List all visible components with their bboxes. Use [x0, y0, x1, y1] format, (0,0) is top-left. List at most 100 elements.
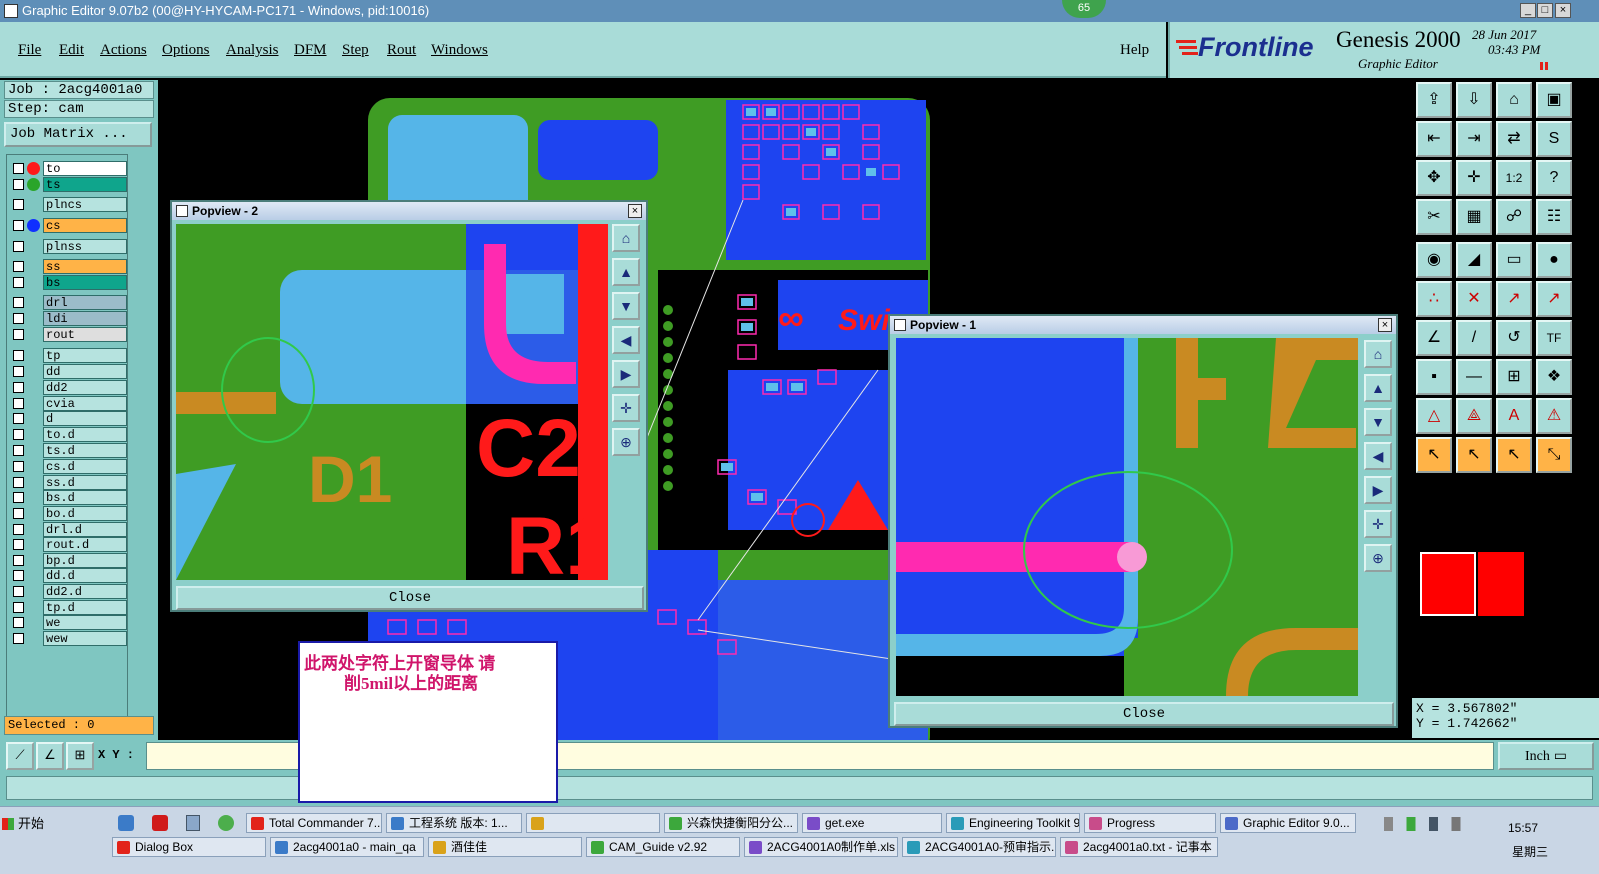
- menu-analysis[interactable]: Analysis: [226, 42, 279, 59]
- layer-checkbox[interactable]: [13, 617, 24, 628]
- layer-row-ss-d[interactable]: ss.d: [9, 475, 127, 490]
- scale-icon[interactable]: 1:2: [1496, 160, 1532, 196]
- layer-checkbox[interactable]: [13, 524, 24, 535]
- layer-row-to-d[interactable]: to.d: [9, 427, 127, 442]
- zoom-in-icon[interactable]: ✛: [1364, 510, 1392, 538]
- measure-tool-icon[interactable]: ∠: [36, 742, 64, 770]
- layer-checkbox[interactable]: [13, 277, 24, 288]
- zoom-home-icon[interactable]: ⌂: [1364, 340, 1392, 368]
- circle-icon[interactable]: ●: [1536, 242, 1572, 278]
- layer-checkbox[interactable]: [13, 163, 24, 174]
- layer-row-bs[interactable]: bs: [9, 275, 127, 290]
- zoom-fit-icon[interactable]: ✥: [1416, 160, 1452, 196]
- browser-icon[interactable]: [218, 815, 234, 831]
- pan-down-icon[interactable]: ▼: [1364, 408, 1392, 436]
- layer-checkbox[interactable]: [13, 429, 24, 440]
- layer-checkbox[interactable]: [13, 508, 24, 519]
- taskbar-button-7[interactable]: 2acg4001a0.txt - 记事本: [1060, 837, 1218, 857]
- swap-icon[interactable]: S: [1536, 121, 1572, 157]
- taskbar-button-5[interactable]: get.exe: [802, 813, 942, 833]
- pan-right-icon[interactable]: ▶: [1364, 476, 1392, 504]
- slash-icon[interactable]: /: [1456, 320, 1492, 356]
- pointer-red-icon[interactable]: ↖: [1456, 437, 1492, 473]
- layer-checkbox[interactable]: [13, 313, 24, 324]
- fit-icon[interactable]: ▣: [1536, 82, 1572, 118]
- units-select[interactable]: Inch ▭: [1498, 742, 1594, 770]
- layer-row-dd2-d[interactable]: dd2.d: [9, 584, 127, 599]
- layer-row-plncs[interactable]: plncs: [9, 197, 127, 212]
- layer-checkbox[interactable]: [13, 382, 24, 393]
- layer-checkbox[interactable]: [13, 570, 24, 581]
- grid-tool-icon[interactable]: ⊞: [66, 742, 94, 770]
- layer-row-ts-d[interactable]: ts.d: [9, 443, 127, 458]
- grid-view-icon[interactable]: ▦: [1456, 199, 1492, 235]
- snap-tool-icon[interactable]: ⟋: [6, 742, 34, 770]
- tf-icon[interactable]: TF: [1536, 320, 1572, 356]
- layer-checkbox[interactable]: [13, 492, 24, 503]
- tri-blue-icon[interactable]: A: [1496, 398, 1532, 434]
- layer-checkbox[interactable]: [13, 633, 24, 644]
- popview-2-view[interactable]: D1 C2 R1: [176, 224, 608, 580]
- layer-checkbox[interactable]: [13, 329, 24, 340]
- layer-row-plnss[interactable]: plnss: [9, 239, 127, 254]
- layer-icon[interactable]: ☷: [1536, 199, 1572, 235]
- query-icon[interactable]: ?: [1536, 160, 1572, 196]
- layer-row-dd2[interactable]: dd2: [9, 380, 127, 395]
- zoom-home-icon[interactable]: ⌂: [612, 224, 640, 252]
- pan-up-icon[interactable]: ▲: [612, 258, 640, 286]
- layer-row-tp-d[interactable]: tp.d: [9, 600, 127, 615]
- taskbar-button-4[interactable]: 兴森快捷衡阳分公...: [664, 813, 798, 833]
- layer-checkbox[interactable]: [13, 261, 24, 272]
- layer-checkbox[interactable]: [13, 350, 24, 361]
- menu-dfm[interactable]: DFM: [294, 42, 327, 59]
- job-matrix-button[interactable]: Job Matrix ...: [4, 122, 152, 147]
- layer-row-d[interactable]: d: [9, 411, 127, 426]
- pointer-orange-icon[interactable]: ↖: [1496, 437, 1532, 473]
- taskbar-button-4[interactable]: CAM_Guide v2.92: [586, 837, 740, 857]
- menu-actions[interactable]: Actions: [100, 42, 147, 59]
- layer-row-tp[interactable]: tp: [9, 348, 127, 363]
- taskbar-button-8[interactable]: Graphic Editor 9.0...: [1220, 813, 1356, 833]
- pointer-move-icon[interactable]: ⤡: [1536, 437, 1572, 473]
- clipboard-icon[interactable]: ✂: [1416, 199, 1452, 235]
- zoom-out-icon[interactable]: ⊕: [612, 428, 640, 456]
- start-button[interactable]: 开始: [2, 813, 50, 835]
- popview-2-close-icon[interactable]: ×: [628, 204, 642, 218]
- tri-red-icon[interactable]: ⟁: [1456, 398, 1492, 434]
- pad-icon[interactable]: ▪: [1416, 359, 1452, 395]
- flip-icon[interactable]: ⇄: [1496, 121, 1532, 157]
- layer-row-drl[interactable]: drl: [9, 295, 127, 310]
- angle-icon[interactable]: ∠: [1416, 320, 1452, 356]
- tray-icons[interactable]: [1384, 817, 1474, 831]
- draw-line-icon[interactable]: ◢: [1456, 242, 1492, 278]
- layer-checkbox[interactable]: [13, 220, 24, 231]
- calculator-icon[interactable]: [186, 815, 200, 831]
- layer-row-bp-d[interactable]: bp.d: [9, 553, 127, 568]
- layer-row-ldi[interactable]: ldi: [9, 311, 127, 326]
- taskbar-button-1[interactable]: Total Commander 7....: [246, 813, 382, 833]
- popview-2-window[interactable]: Popview - 2 × D1 C2 R1 ⌂ ▲ ▼ ◀ ▶ ✛ ⊕ Clo…: [170, 200, 648, 612]
- layer-checkbox[interactable]: [13, 445, 24, 456]
- layer-row-cs[interactable]: cs: [9, 218, 127, 233]
- menu-help[interactable]: Help: [1120, 42, 1149, 59]
- layer-row-bs-d[interactable]: bs.d: [9, 490, 127, 505]
- taskbar-button-2[interactable]: 工程系统 版本: 1...: [386, 813, 522, 833]
- tri-select-icon[interactable]: ⚠: [1536, 398, 1572, 434]
- taskbar-button-6[interactable]: 2ACG4001A0-预审指示....: [902, 837, 1056, 857]
- taskbar-button-3[interactable]: 酒佳佳: [428, 837, 582, 857]
- popview-1-close-icon[interactable]: ×: [1378, 318, 1392, 332]
- layer-row-wew[interactable]: wew: [9, 631, 127, 646]
- ruler-icon[interactable]: ▭: [1496, 242, 1532, 278]
- zoom-out-icon[interactable]: ⊕: [1364, 544, 1392, 572]
- layer-checkbox[interactable]: [13, 366, 24, 377]
- open-step-icon[interactable]: ⇪: [1416, 82, 1452, 118]
- menu-edit[interactable]: Edit: [59, 42, 84, 59]
- connect-icon[interactable]: ∴: [1416, 281, 1452, 317]
- layer-row-ss[interactable]: ss: [9, 259, 127, 274]
- menu-file[interactable]: File: [18, 42, 41, 59]
- curve-icon[interactable]: ↺: [1496, 320, 1532, 356]
- popview-1-close-button[interactable]: Close: [894, 702, 1394, 726]
- taskbar-button-2[interactable]: 2acg4001a0 - main_qa: [270, 837, 424, 857]
- pdf-icon[interactable]: [152, 815, 168, 831]
- layer-checkbox[interactable]: [13, 297, 24, 308]
